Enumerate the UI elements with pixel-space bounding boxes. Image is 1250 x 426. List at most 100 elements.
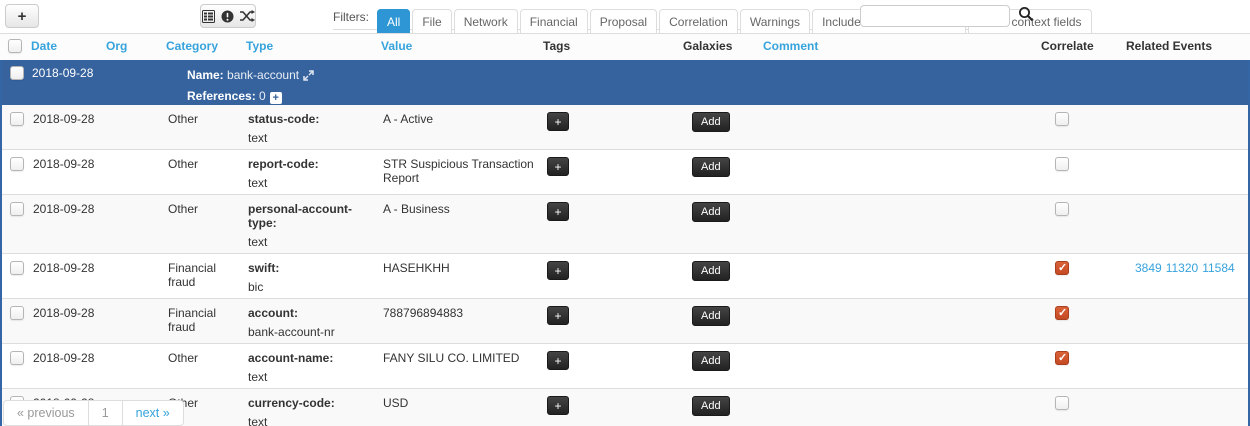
attribute-date: 2018-09-28 xyxy=(32,150,107,194)
filters-label: Filters: xyxy=(333,10,377,29)
filter-tab-all[interactable]: All xyxy=(377,9,410,33)
attribute-toolbar: + Filters: AllFileNetworkFinancialPropos… xyxy=(0,0,1250,33)
add-galaxy-button[interactable]: Add xyxy=(692,157,730,177)
related-events-cell xyxy=(1127,150,1248,194)
object-banner-row: 2018-09-28 Name: bank-account References… xyxy=(2,60,1248,105)
attribute-subtype: text xyxy=(248,131,376,145)
row-select-checkbox[interactable] xyxy=(10,351,24,365)
add-attribute-button[interactable]: + xyxy=(5,4,39,28)
correlate-checkbox[interactable] xyxy=(1055,396,1069,410)
attribute-comment xyxy=(764,344,1042,388)
correlate-checkbox[interactable] xyxy=(1055,202,1069,216)
exclamation-circle-icon[interactable] xyxy=(221,10,234,23)
object-references-label: References: xyxy=(187,89,256,103)
attribute-category: Financial fraud xyxy=(167,299,247,343)
pagination-previous[interactable]: « previous xyxy=(3,400,89,426)
add-galaxy-button[interactable]: Add xyxy=(692,202,730,222)
add-tag-button[interactable]: + xyxy=(547,112,569,131)
related-event-link[interactable]: 11320 xyxy=(1166,261,1198,275)
correlate-checkbox[interactable] xyxy=(1055,112,1069,126)
add-tag-button[interactable]: + xyxy=(547,396,569,415)
attribute-value: A - Active xyxy=(382,105,544,149)
attribute-type: status-code: xyxy=(248,112,376,126)
attribute-category: Financial fraud xyxy=(167,254,247,298)
object-date: 2018-09-28 xyxy=(32,66,107,105)
add-galaxy-button[interactable]: Add xyxy=(692,261,730,281)
attribute-subtype: bic xyxy=(248,280,376,294)
attribute-category: Other xyxy=(167,150,247,194)
correlate-checkbox[interactable] xyxy=(1055,306,1069,320)
correlate-checkbox[interactable] xyxy=(1055,157,1069,171)
attribute-org xyxy=(107,105,167,149)
object-row-checkbox[interactable] xyxy=(10,66,24,80)
add-tag-button[interactable]: + xyxy=(547,157,569,176)
attribute-org xyxy=(107,344,167,388)
correlate-checkbox[interactable] xyxy=(1055,261,1069,275)
row-select-checkbox[interactable] xyxy=(10,261,24,275)
attribute-table-header: Date Org Category Type Value Tags Galaxi… xyxy=(0,33,1250,60)
attribute-comment xyxy=(764,105,1042,149)
object-name-value: bank-account xyxy=(227,68,299,82)
related-event-link[interactable]: 11584 xyxy=(1202,261,1234,275)
attribute-table-body: 2018-09-28 Name: bank-account References… xyxy=(0,60,1250,426)
attribute-org xyxy=(107,299,167,343)
column-header-date[interactable]: Date xyxy=(30,37,105,58)
attribute-category: Other xyxy=(167,344,247,388)
column-header-related-events: Related Events xyxy=(1125,37,1250,58)
table-list-icon[interactable] xyxy=(202,10,215,23)
attribute-value: 788796894883 xyxy=(382,299,544,343)
add-tag-button[interactable]: + xyxy=(547,202,569,221)
filter-tab-network[interactable]: Network xyxy=(454,9,518,33)
row-select-checkbox[interactable] xyxy=(10,202,24,216)
correlate-checkbox[interactable] xyxy=(1055,351,1069,365)
select-all-checkbox[interactable] xyxy=(8,39,22,53)
column-header-galaxies: Galaxies xyxy=(682,37,762,58)
add-galaxy-button[interactable]: Add xyxy=(692,351,730,371)
attribute-type: swift: xyxy=(248,261,376,275)
related-event-link[interactable]: 3849 xyxy=(1135,261,1162,275)
search-input[interactable] xyxy=(860,5,1010,27)
row-select-checkbox[interactable] xyxy=(10,112,24,126)
add-galaxy-button[interactable]: Add xyxy=(692,306,730,326)
attribute-type: currency-code: xyxy=(248,396,376,410)
attribute-value: A - Business xyxy=(382,195,544,253)
attribute-comment xyxy=(764,389,1042,426)
expand-icon[interactable] xyxy=(303,68,314,87)
pagination-next[interactable]: next » xyxy=(122,400,184,426)
attribute-type: report-code: xyxy=(248,157,376,171)
attribute-comment xyxy=(764,195,1042,253)
column-header-comment[interactable]: Comment xyxy=(762,37,1040,58)
attribute-row: 2018-09-28 Other account-name: text FANY… xyxy=(2,343,1248,388)
pagination-current-page[interactable]: 1 xyxy=(88,400,123,426)
column-header-value[interactable]: Value xyxy=(380,37,542,58)
related-events-cell xyxy=(1127,195,1248,253)
filter-tab-correlation[interactable]: Correlation xyxy=(659,9,738,33)
related-events-cell xyxy=(1127,299,1248,343)
attribute-value: FANY SILU CO. LIMITED xyxy=(382,344,544,388)
attribute-date: 2018-09-28 xyxy=(32,105,107,149)
add-galaxy-button[interactable]: Add xyxy=(692,112,730,132)
row-select-checkbox[interactable] xyxy=(10,157,24,171)
column-header-type[interactable]: Type xyxy=(245,37,380,58)
column-header-org[interactable]: Org xyxy=(105,37,165,58)
row-select-checkbox[interactable] xyxy=(10,306,24,320)
filter-tab-file[interactable]: File xyxy=(412,9,451,33)
related-events-cell: 3849 11320 11584 xyxy=(1127,254,1248,298)
add-tag-button[interactable]: + xyxy=(547,306,569,325)
filter-tab-warnings[interactable]: Warnings xyxy=(740,9,810,33)
attribute-date: 2018-09-28 xyxy=(32,344,107,388)
view-toggle-button-group[interactable] xyxy=(200,4,256,28)
attribute-comment xyxy=(764,150,1042,194)
filter-tab-proposal[interactable]: Proposal xyxy=(590,9,657,33)
column-header-category[interactable]: Category xyxy=(165,37,245,58)
shuffle-icon[interactable] xyxy=(240,10,255,22)
search-area xyxy=(860,4,1038,27)
attribute-subtype: text xyxy=(248,235,376,249)
add-galaxy-button[interactable]: Add xyxy=(692,396,730,416)
plus-square-icon[interactable]: + xyxy=(270,92,282,104)
filter-tab-financial[interactable]: Financial xyxy=(520,9,588,33)
add-tag-button[interactable]: + xyxy=(547,351,569,370)
add-tag-button[interactable]: + xyxy=(547,261,569,280)
search-button[interactable] xyxy=(1014,4,1038,27)
attribute-value: USD xyxy=(382,389,544,426)
